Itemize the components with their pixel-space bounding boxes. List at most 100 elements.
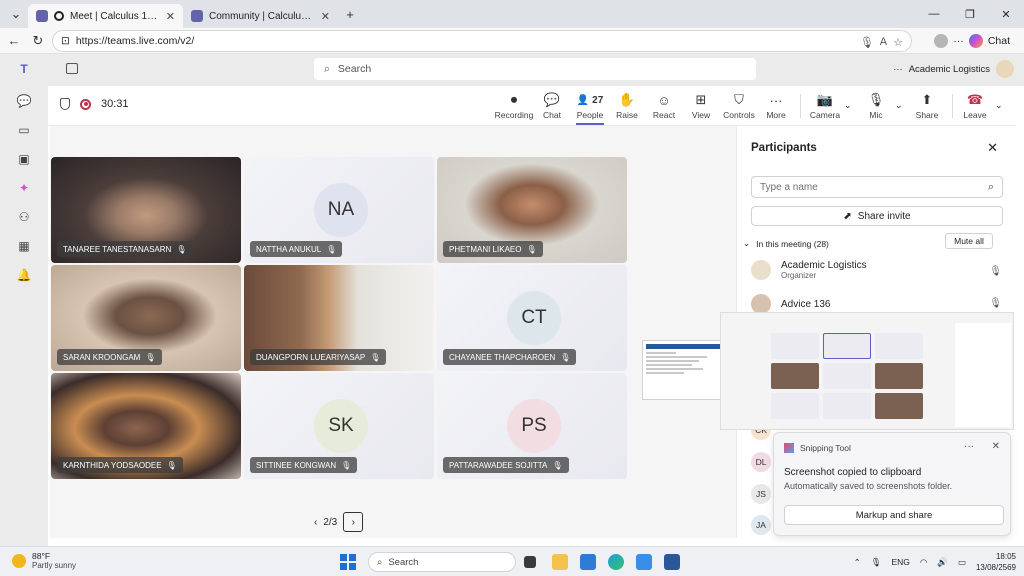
participant-name-tag: NATTHA ANUKUL 🎙 — [250, 241, 343, 257]
video-tile[interactable]: TANAREE TANESTANASARN 🎙 — [51, 157, 241, 263]
close-tab-icon[interactable]: ✕ — [321, 10, 330, 23]
mic-button[interactable]: 🎙 Mic — [856, 92, 896, 120]
taskbar-search[interactable]: ⌕ Search — [368, 552, 516, 572]
address-bar[interactable]: ⊡ https://teams.live.com/v2/ 🎙 A ☆ — [52, 30, 912, 52]
shared-content-thumbnail[interactable] — [642, 340, 726, 400]
browser-tab-meet[interactable]: Meet | Calculus 1/2569 by Aca ✕ — [28, 4, 183, 28]
language-indicator[interactable]: ENG — [891, 557, 909, 567]
participant-name-tag: SITTINEE KONGWAN 🎙 — [250, 457, 358, 473]
participant-name: Advice 136 — [781, 298, 831, 310]
wifi-icon[interactable]: ◠ — [920, 557, 927, 568]
new-tab-button[interactable]: + — [338, 3, 362, 25]
controls-button[interactable]: ⛉ Controls — [719, 92, 759, 120]
mic-off-icon[interactable]: 🎙 — [989, 266, 1002, 277]
video-tile[interactable]: SK SITTINEE KONGWAN 🎙 — [244, 373, 434, 479]
favorite-icon[interactable]: ☆ — [893, 36, 903, 49]
next-page-button[interactable]: › — [343, 512, 364, 532]
site-info-icon[interactable]: ⊡ — [61, 35, 70, 47]
communities-icon[interactable]: ⚇ — [17, 210, 31, 224]
browser-tab-community[interactable]: Community | Calculus 1/2569 | Mi ✕ — [183, 4, 338, 28]
store-icon[interactable] — [580, 554, 596, 570]
activity-bell-icon[interactable]: 🔔 — [17, 268, 32, 282]
participant-row[interactable]: DL — [751, 452, 771, 472]
sidebar-toggle-icon[interactable] — [66, 63, 78, 74]
settings-more-icon[interactable]: ··· — [893, 64, 903, 75]
tab-actions-button[interactable]: ⌄ — [4, 3, 28, 25]
refresh-icon[interactable]: ↻ — [26, 30, 50, 52]
participant-row[interactable]: Advice 136 — [751, 294, 830, 314]
video-tile[interactable]: PHETMANI LIKAEO 🎙 — [437, 157, 627, 263]
temperature: 88°F — [32, 551, 51, 561]
word-icon[interactable] — [664, 554, 680, 570]
search-icon: ⌕ — [987, 181, 994, 193]
clock[interactable]: 18:05 13/08/2569 — [976, 551, 1016, 573]
markup-and-share-button[interactable]: Markup and share — [784, 505, 1004, 525]
participant-row[interactable]: JA — [751, 515, 771, 535]
close-icon[interactable]: ✕ — [987, 140, 998, 156]
more-button[interactable]: ··· More — [756, 92, 796, 121]
video-icon[interactable]: ▭ — [17, 123, 31, 137]
divider — [952, 94, 953, 118]
mic-off-icon[interactable]: 🎙 — [989, 298, 1002, 309]
chevron-down-icon[interactable]: ⌄ — [844, 100, 852, 111]
video-tile[interactable]: PS PATTARAWADEE SOJITTA 🎙 — [437, 373, 627, 479]
volume-icon[interactable]: 🔊 — [937, 557, 948, 568]
copilot-chat-button[interactable]: ··· Chat — [934, 31, 1010, 51]
chevron-up-icon[interactable]: ⌃ — [854, 557, 861, 568]
video-tile[interactable]: DUANGPORN LUEARIYASAP 🎙 — [244, 265, 434, 371]
leave-button[interactable]: ☎ Leave — [955, 92, 995, 120]
view-button[interactable]: ⊞ View — [681, 92, 721, 120]
weather-widget[interactable]: 88°F Partly sunny — [12, 551, 76, 570]
recording-icon — [80, 98, 91, 110]
close-window-icon[interactable]: ✕ — [988, 0, 1024, 28]
battery-icon[interactable]: ▭ — [958, 557, 966, 568]
account-menu[interactable]: ··· Academic Logistics — [893, 60, 1014, 78]
share-invite-button[interactable]: ⬈ Share invite — [751, 206, 1003, 226]
start-button[interactable] — [340, 554, 356, 570]
photos-icon[interactable] — [636, 554, 652, 570]
recording-button[interactable]: ⏺ Recording — [494, 92, 534, 120]
camera-button[interactable]: 📷 Camera — [805, 92, 845, 120]
video-tile[interactable]: KARNTHIDA YODSAODEE 🎙 — [51, 373, 241, 479]
mic-icon[interactable]: 🎙 — [871, 557, 882, 568]
read-aloud-icon[interactable]: A — [880, 36, 887, 48]
participant-row[interactable]: Academic Logistics Organizer — [751, 260, 867, 280]
chevron-left-icon[interactable]: ‹ — [314, 517, 317, 528]
video-tile[interactable]: CT CHAYANEE THAPCHAROEN 🎙 — [437, 265, 627, 371]
task-view-icon[interactable] — [524, 556, 536, 568]
back-icon[interactable]: ← — [2, 30, 26, 52]
react-button[interactable]: ☺ React — [644, 92, 684, 121]
file-explorer-icon[interactable] — [552, 554, 568, 570]
control-label: Controls — [723, 110, 755, 120]
close-tab-icon[interactable]: ✕ — [166, 10, 175, 23]
close-icon[interactable]: ✕ — [992, 441, 1000, 452]
chat-icon[interactable]: 💬 — [17, 94, 32, 108]
teams-search-input[interactable]: ⌕ Search — [314, 58, 756, 80]
panel-title: Participants — [751, 142, 817, 154]
share-button[interactable]: ⬆ Share — [907, 92, 947, 120]
avatar: JA — [751, 515, 771, 535]
chevron-down-icon[interactable]: ⌄ — [895, 100, 903, 111]
video-tile[interactable]: SARAN KROONGAM 🎙 — [51, 265, 241, 371]
participant-search-input[interactable]: Type a name ⌕ — [751, 176, 1003, 198]
people-button[interactable]: 👤 27 People — [570, 92, 610, 125]
more-icon[interactable]: ··· — [964, 441, 974, 452]
restore-icon[interactable]: ❐ — [952, 0, 988, 28]
contacts-icon[interactable]: ▣ — [17, 152, 31, 166]
mute-all-button[interactable]: Mute all — [945, 233, 993, 249]
screenshot-preview[interactable] — [720, 312, 1014, 430]
raise-hand-button[interactable]: ✋ Raise — [607, 92, 647, 120]
copilot-icon[interactable]: ✦ — [17, 181, 31, 195]
participant-row[interactable]: JS — [751, 484, 771, 504]
calendar-icon[interactable]: ▦ — [17, 239, 31, 253]
minimize-icon[interactable]: — — [916, 0, 952, 28]
profile-icon[interactable] — [934, 34, 949, 48]
edge-icon[interactable] — [608, 554, 624, 570]
chevron-down-icon[interactable]: ⌄ — [995, 100, 1003, 111]
in-meeting-section-header[interactable]: ⌄ In this meeting (28) — [743, 238, 829, 249]
more-icon[interactable]: ··· — [953, 35, 964, 47]
video-tile[interactable]: NA NATTHA ANUKUL 🎙 — [244, 157, 434, 263]
participant-name-tag: PATTARAWADEE SOJITTA 🎙 — [443, 457, 569, 473]
microphone-icon[interactable]: 🎙 — [860, 36, 874, 49]
chat-button[interactable]: 💬 Chat — [532, 92, 572, 120]
